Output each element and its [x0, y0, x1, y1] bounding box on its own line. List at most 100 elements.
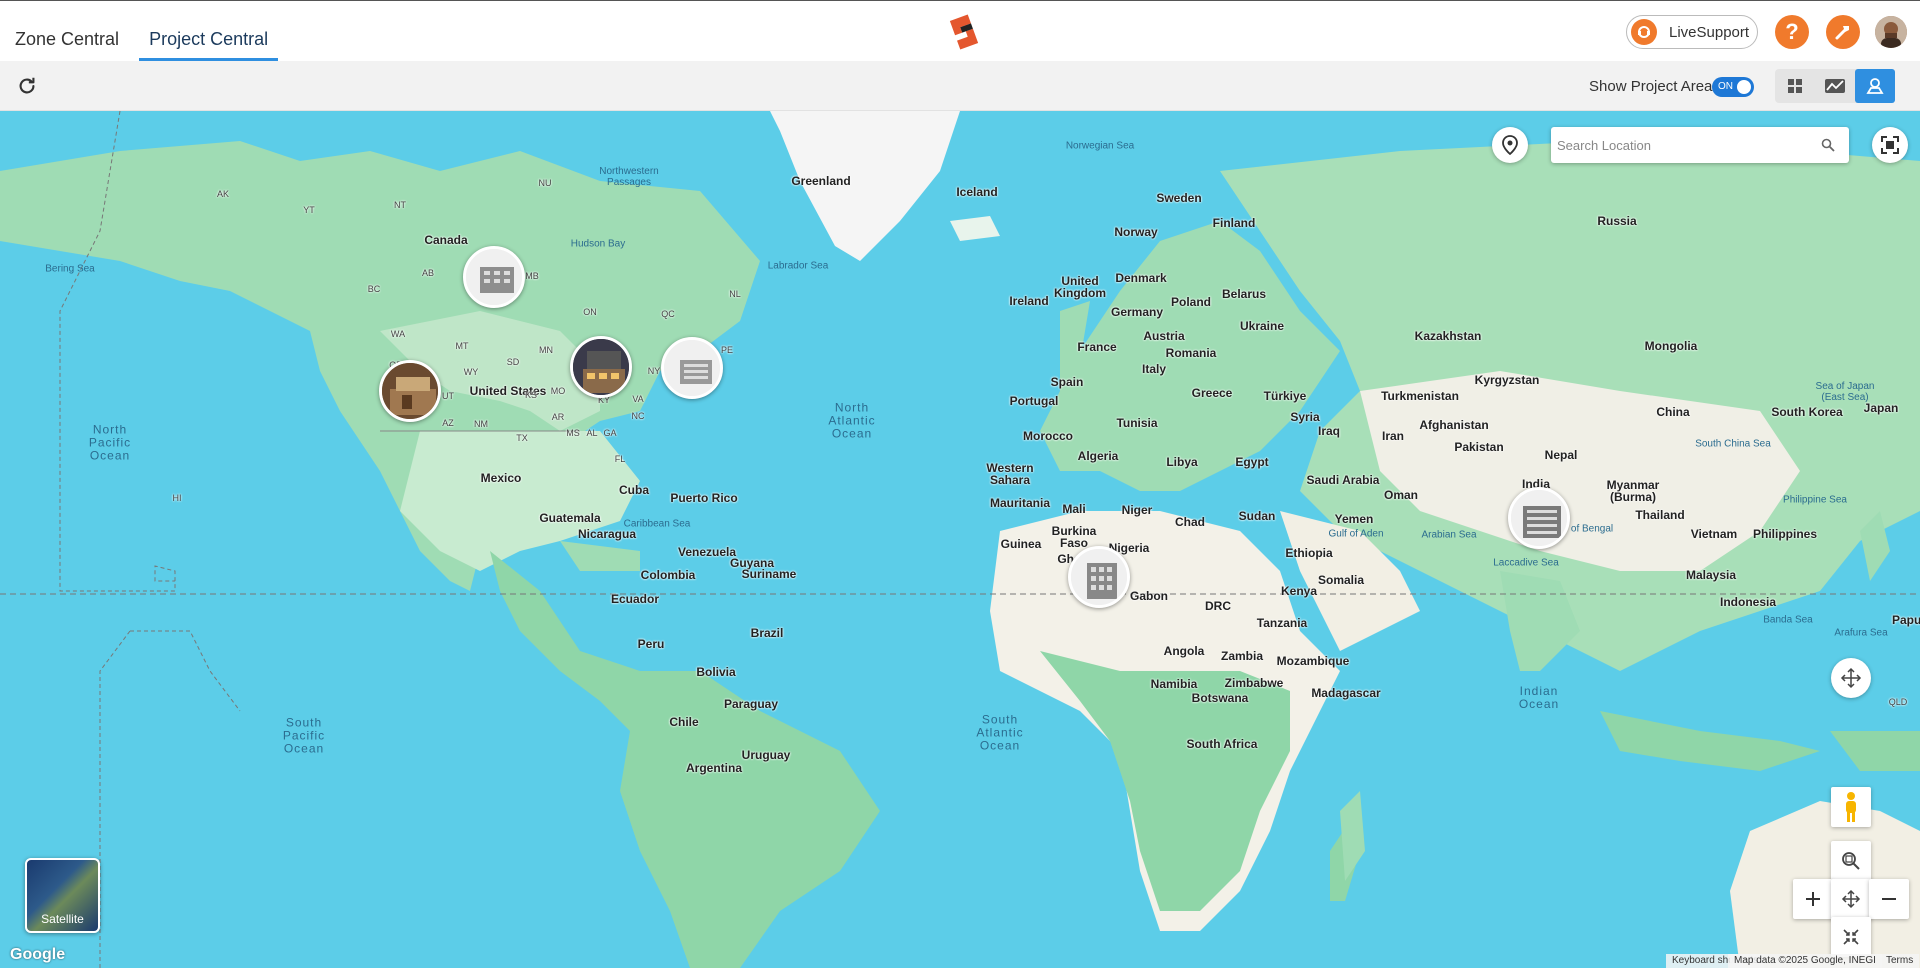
tools-button[interactable]: [1826, 15, 1860, 49]
label-turkmenistan: Turkmenistan: [1381, 389, 1459, 403]
label-portugal: Portugal: [1009, 394, 1059, 408]
label-mexico: Mexico: [480, 471, 522, 485]
location-pin-icon: [1502, 135, 1518, 155]
chart-view-icon: [1825, 79, 1845, 93]
my-location-button[interactable]: [1492, 127, 1528, 163]
label-kenya: Kenya: [1280, 584, 1318, 598]
zoom-out-button[interactable]: [1869, 879, 1909, 919]
label-arafura-sea: Arafura Sea: [1834, 627, 1888, 639]
region-mt: MT: [455, 341, 469, 351]
label-philippine-sea: Philippine Sea: [1783, 494, 1847, 506]
label-cuba: Cuba: [619, 483, 649, 497]
label-saudi-arabia: Saudi Arabia: [1306, 473, 1380, 487]
label-guinea: Guinea: [1000, 537, 1042, 551]
project-marker-us-east[interactable]: [661, 337, 723, 399]
label-indonesia: Indonesia: [1719, 595, 1777, 609]
label-south-africa: South Africa: [1186, 737, 1258, 751]
label-denmark: Denmark: [1115, 271, 1167, 285]
label-gabon: Gabon: [1130, 589, 1168, 603]
zoom-region-button[interactable]: [1831, 841, 1871, 881]
live-support-button[interactable]: LiveSupport: [1626, 15, 1758, 49]
label-colombia: Colombia: [640, 568, 696, 582]
label-norway: Norway: [1114, 225, 1158, 239]
hammer-icon: [1835, 26, 1849, 40]
label-south-korea: South Korea: [1771, 405, 1843, 419]
map-data-text: Map data ©2025 Google, INEGI: [1728, 954, 1882, 968]
question-icon: ?: [1785, 19, 1799, 44]
live-support-icon: [1631, 19, 1657, 45]
user-avatar[interactable]: [1875, 16, 1907, 48]
help-button[interactable]: ?: [1775, 15, 1809, 49]
region-ks: KS: [524, 390, 538, 400]
label-western-sahara: Western Sahara: [986, 461, 1034, 487]
label-romania: Romania: [1165, 346, 1217, 360]
label-kazakhstan: Kazakhstan: [1414, 329, 1482, 343]
region-qld: QLD: [1888, 697, 1908, 707]
search-icon[interactable]: [1821, 138, 1835, 152]
label-arabian-sea: Arabian Sea: [1421, 529, 1477, 541]
fullscreen-button[interactable]: [1872, 127, 1908, 163]
label-ireland: Ireland: [1009, 294, 1049, 308]
project-marker-india[interactable]: [1508, 487, 1570, 549]
street-view-pegman[interactable]: [1831, 787, 1871, 827]
grid-view-button[interactable]: [1775, 69, 1815, 103]
label-paraguay: Paraguay: [723, 697, 779, 711]
region-ga: GA: [603, 428, 617, 438]
collapse-button[interactable]: [1831, 917, 1871, 957]
label-turkiye: Türkiye: [1263, 389, 1307, 403]
label-vietnam: Vietnam: [1690, 527, 1738, 541]
label-puerto-rico: Puerto Rico: [670, 491, 738, 505]
zoom-in-button[interactable]: [1793, 879, 1833, 919]
recenter-button[interactable]: [1831, 879, 1871, 919]
label-mongolia: Mongolia: [1644, 339, 1698, 353]
region-yt: YT: [303, 205, 315, 215]
region-mb: MB: [525, 271, 539, 281]
refresh-icon[interactable]: [16, 75, 38, 97]
label-thailand: Thailand: [1635, 508, 1685, 522]
region-qc: QC: [661, 309, 675, 319]
label-myanmar: Myanmar (Burma): [1606, 478, 1660, 504]
brand-logo-icon[interactable]: [945, 13, 983, 51]
label-libya: Libya: [1166, 455, 1198, 469]
label-poland: Poland: [1170, 295, 1212, 309]
label-germany: Germany: [1110, 305, 1164, 319]
pan-center-button[interactable]: [1831, 658, 1871, 698]
search-location-input[interactable]: [1551, 127, 1801, 163]
terms-link[interactable]: Terms: [1880, 954, 1920, 968]
map-view-button[interactable]: [1855, 69, 1895, 103]
label-zimbabwe: Zimbabwe: [1224, 676, 1284, 690]
chart-view-button[interactable]: [1815, 69, 1855, 103]
project-marker-africa[interactable]: [1068, 546, 1130, 608]
label-south-atlantic-ocean: South Atlantic Ocean: [976, 712, 1024, 753]
label-papua: Papua: [1891, 613, 1920, 627]
label-mozambique: Mozambique: [1276, 654, 1350, 668]
project-marker-us-west[interactable]: [379, 360, 441, 422]
label-south-pacific-ocean: South Pacific Ocean: [282, 715, 326, 756]
label-china: China: [1656, 405, 1690, 419]
label-morocco: Morocco: [1022, 429, 1074, 443]
label-iceland: Iceland: [956, 185, 998, 199]
label-guatemala: Guatemala: [539, 511, 601, 525]
label-ukraine: Ukraine: [1239, 319, 1285, 333]
project-marker-canada[interactable]: [463, 246, 525, 308]
show-project-area-toggle[interactable]: ON: [1712, 77, 1754, 97]
region-az: AZ: [442, 418, 454, 428]
satellite-toggle[interactable]: Satellite: [25, 858, 100, 933]
label-sea-of-japan: Sea of Japan (East Sea): [1815, 381, 1875, 403]
label-oman: Oman: [1383, 488, 1419, 502]
grid-view-icon: [1788, 79, 1802, 93]
region-nu: NU: [538, 178, 552, 188]
tab-project-central[interactable]: Project Central: [134, 1, 283, 62]
label-canada: Canada: [424, 233, 468, 247]
world-map[interactable]: Greenland Iceland Canada United States M…: [0, 111, 1920, 968]
tab-zone-central[interactable]: Zone Central: [0, 1, 134, 62]
region-pe: PE: [720, 345, 734, 355]
show-project-area-label: Show Project Area: [1589, 78, 1713, 95]
toolbar: Show Project Area ON: [0, 61, 1920, 111]
region-ar: AR: [551, 412, 565, 422]
label-iran: Iran: [1381, 429, 1405, 443]
region-va: VA: [632, 394, 644, 404]
project-marker-us-central[interactable]: [570, 336, 632, 398]
region-sd: SD: [506, 357, 520, 367]
label-north-atlantic-ocean: North Atlantic Ocean: [828, 400, 876, 441]
